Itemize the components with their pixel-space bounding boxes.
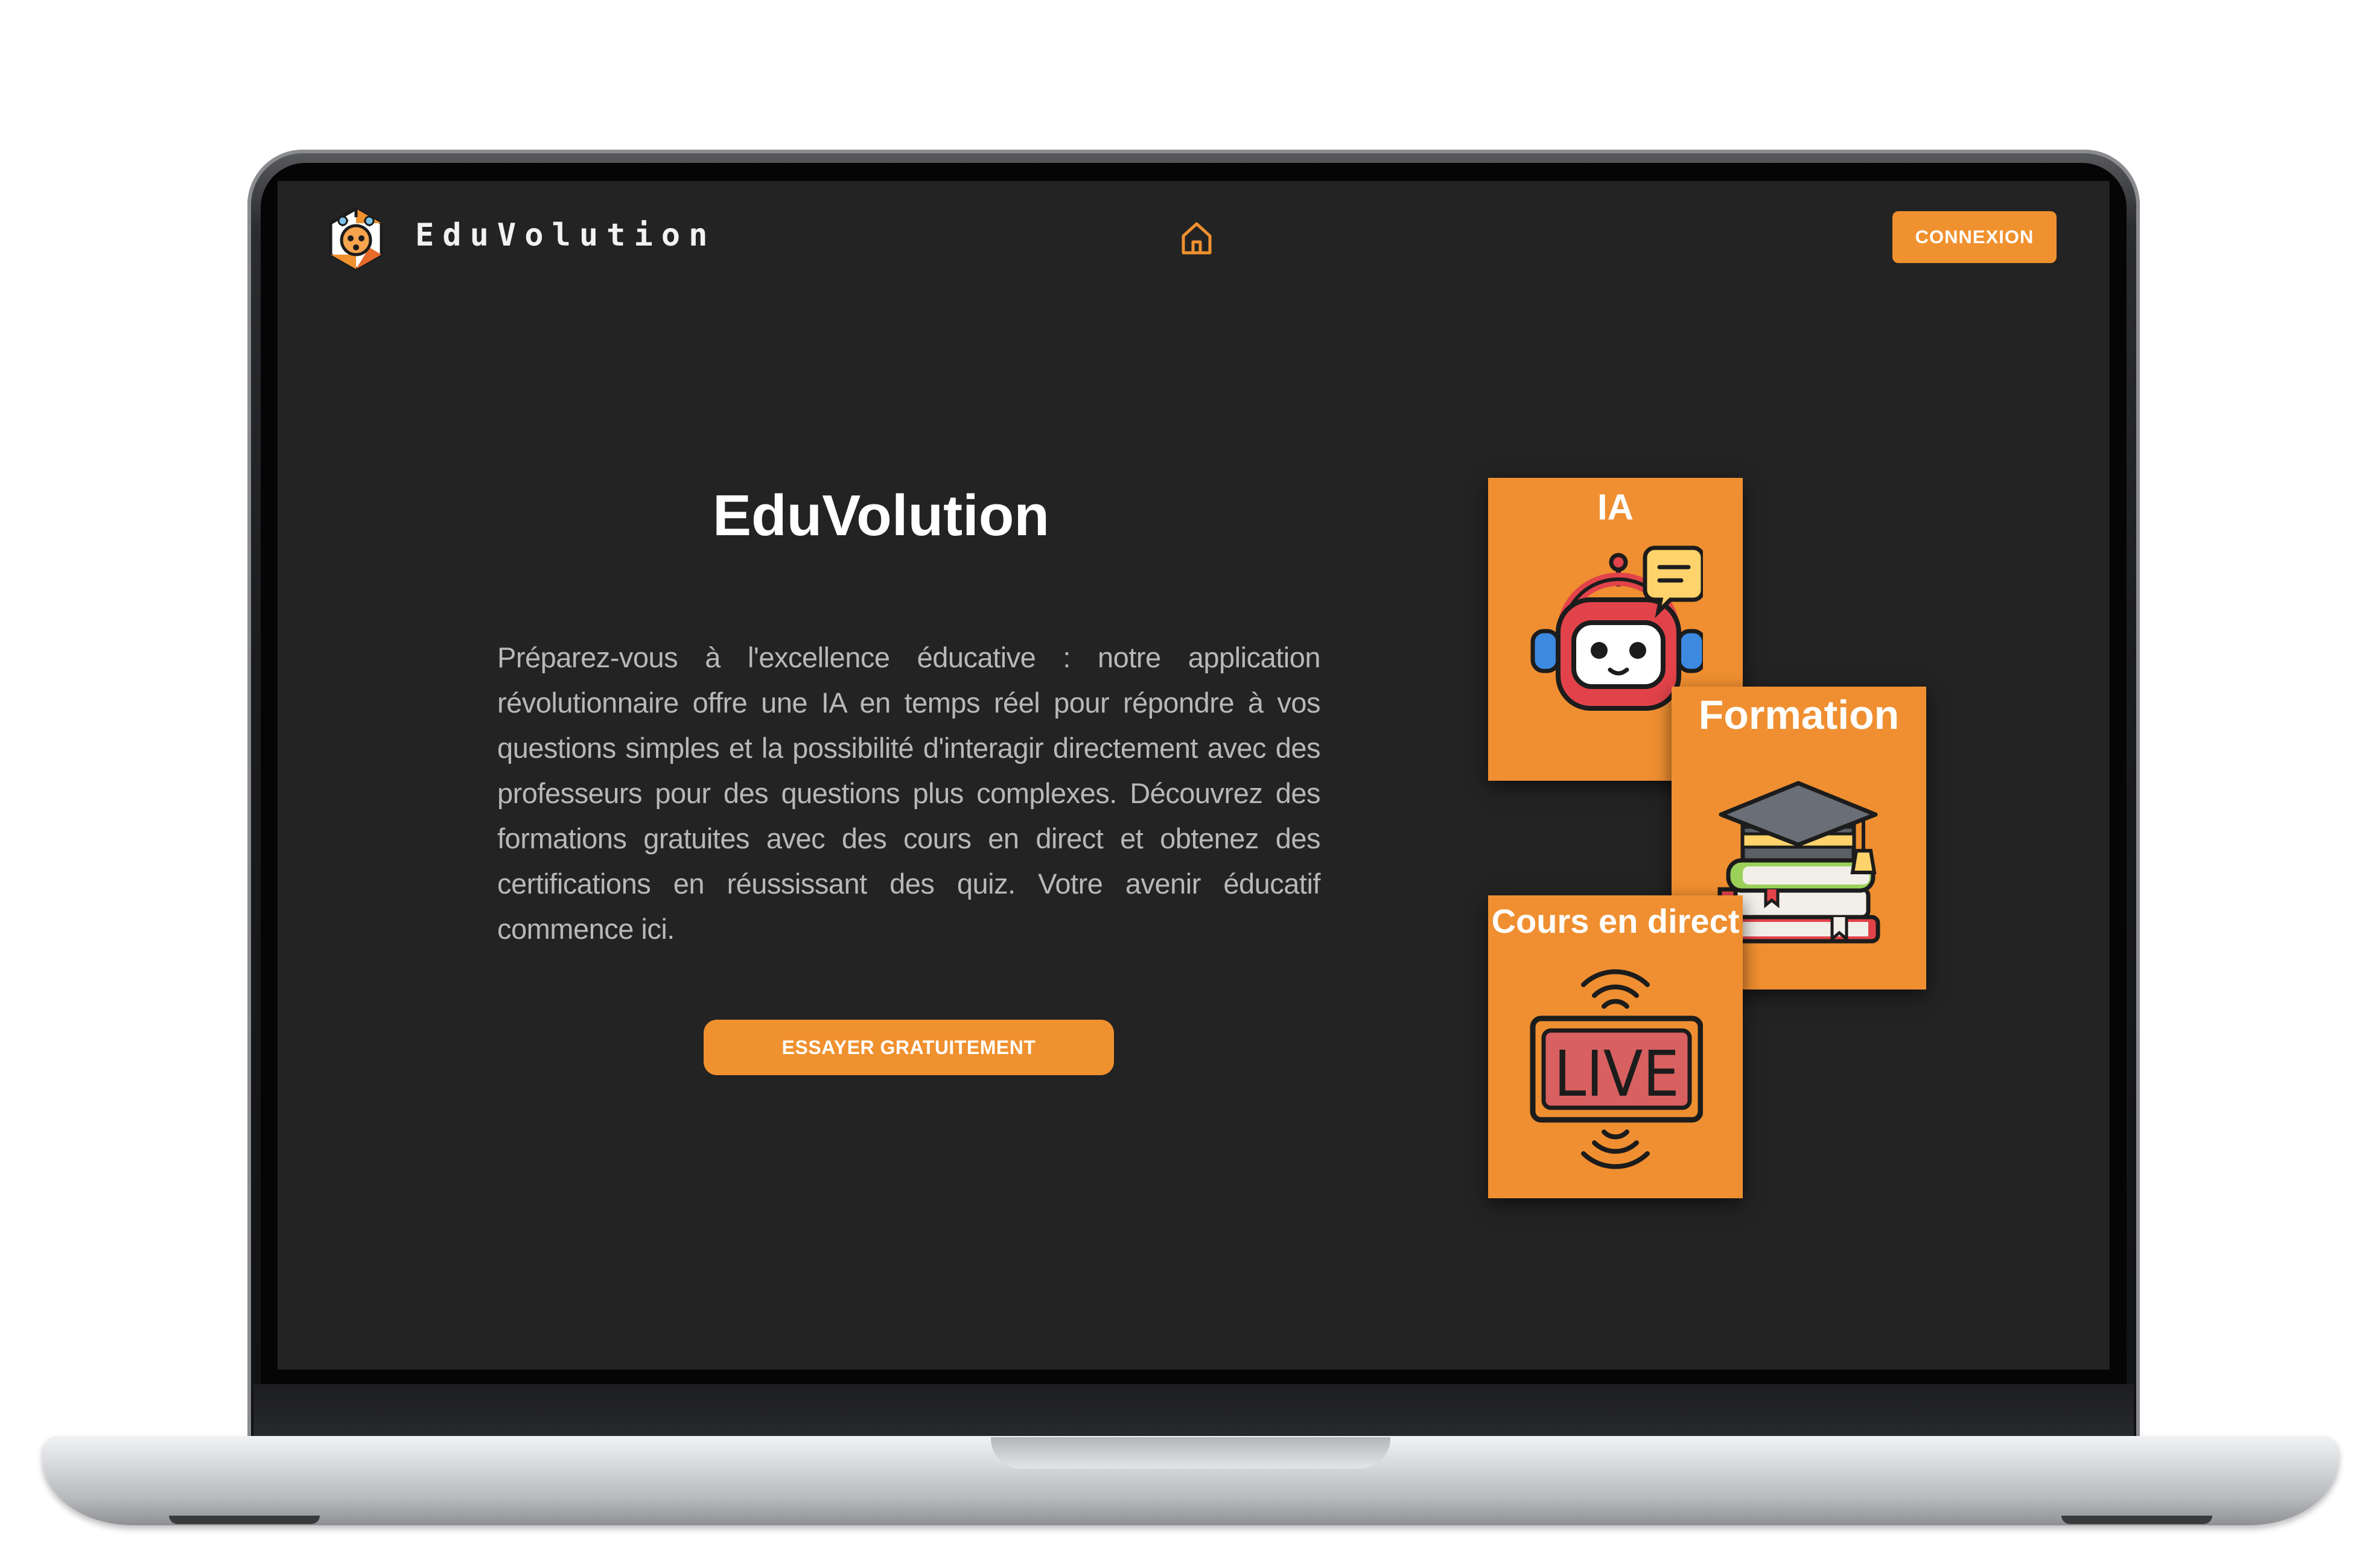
home-icon[interactable] — [1176, 217, 1218, 259]
connexion-button[interactable]: CONNEXION — [1892, 211, 2057, 263]
hero-title: EduVolution — [712, 483, 1050, 548]
navbar: EduVolution CONNEXION — [278, 181, 2110, 296]
app-screen: EduVolution CONNEXION EduVolution Prépar… — [278, 181, 2110, 1370]
laptop-chin — [253, 1384, 2134, 1444]
brand-name: EduVolution — [415, 217, 716, 253]
feature-card-title: Cours en direct — [1491, 902, 1740, 940]
try-free-button[interactable]: ESSAYER GRATUITEMENT — [704, 1020, 1114, 1075]
feature-card-title: Formation — [1698, 692, 1900, 738]
laptop-foot-left — [169, 1516, 320, 1524]
feature-card-title: IA — [1597, 487, 1634, 527]
laptop-foot-right — [2061, 1516, 2212, 1524]
svg-text:LIVE: LIVE — [1554, 1037, 1679, 1111]
hero-description: Préparez-vous à l'excellence éducative :… — [497, 641, 1321, 945]
laptop-notch — [991, 1437, 1390, 1469]
live-broadcast-icon: LIVE — [1530, 969, 1703, 1169]
feature-card-live[interactable]: Cours en direct LIVE — [1488, 895, 1743, 1198]
brand-logo-icon[interactable] — [326, 205, 386, 273]
